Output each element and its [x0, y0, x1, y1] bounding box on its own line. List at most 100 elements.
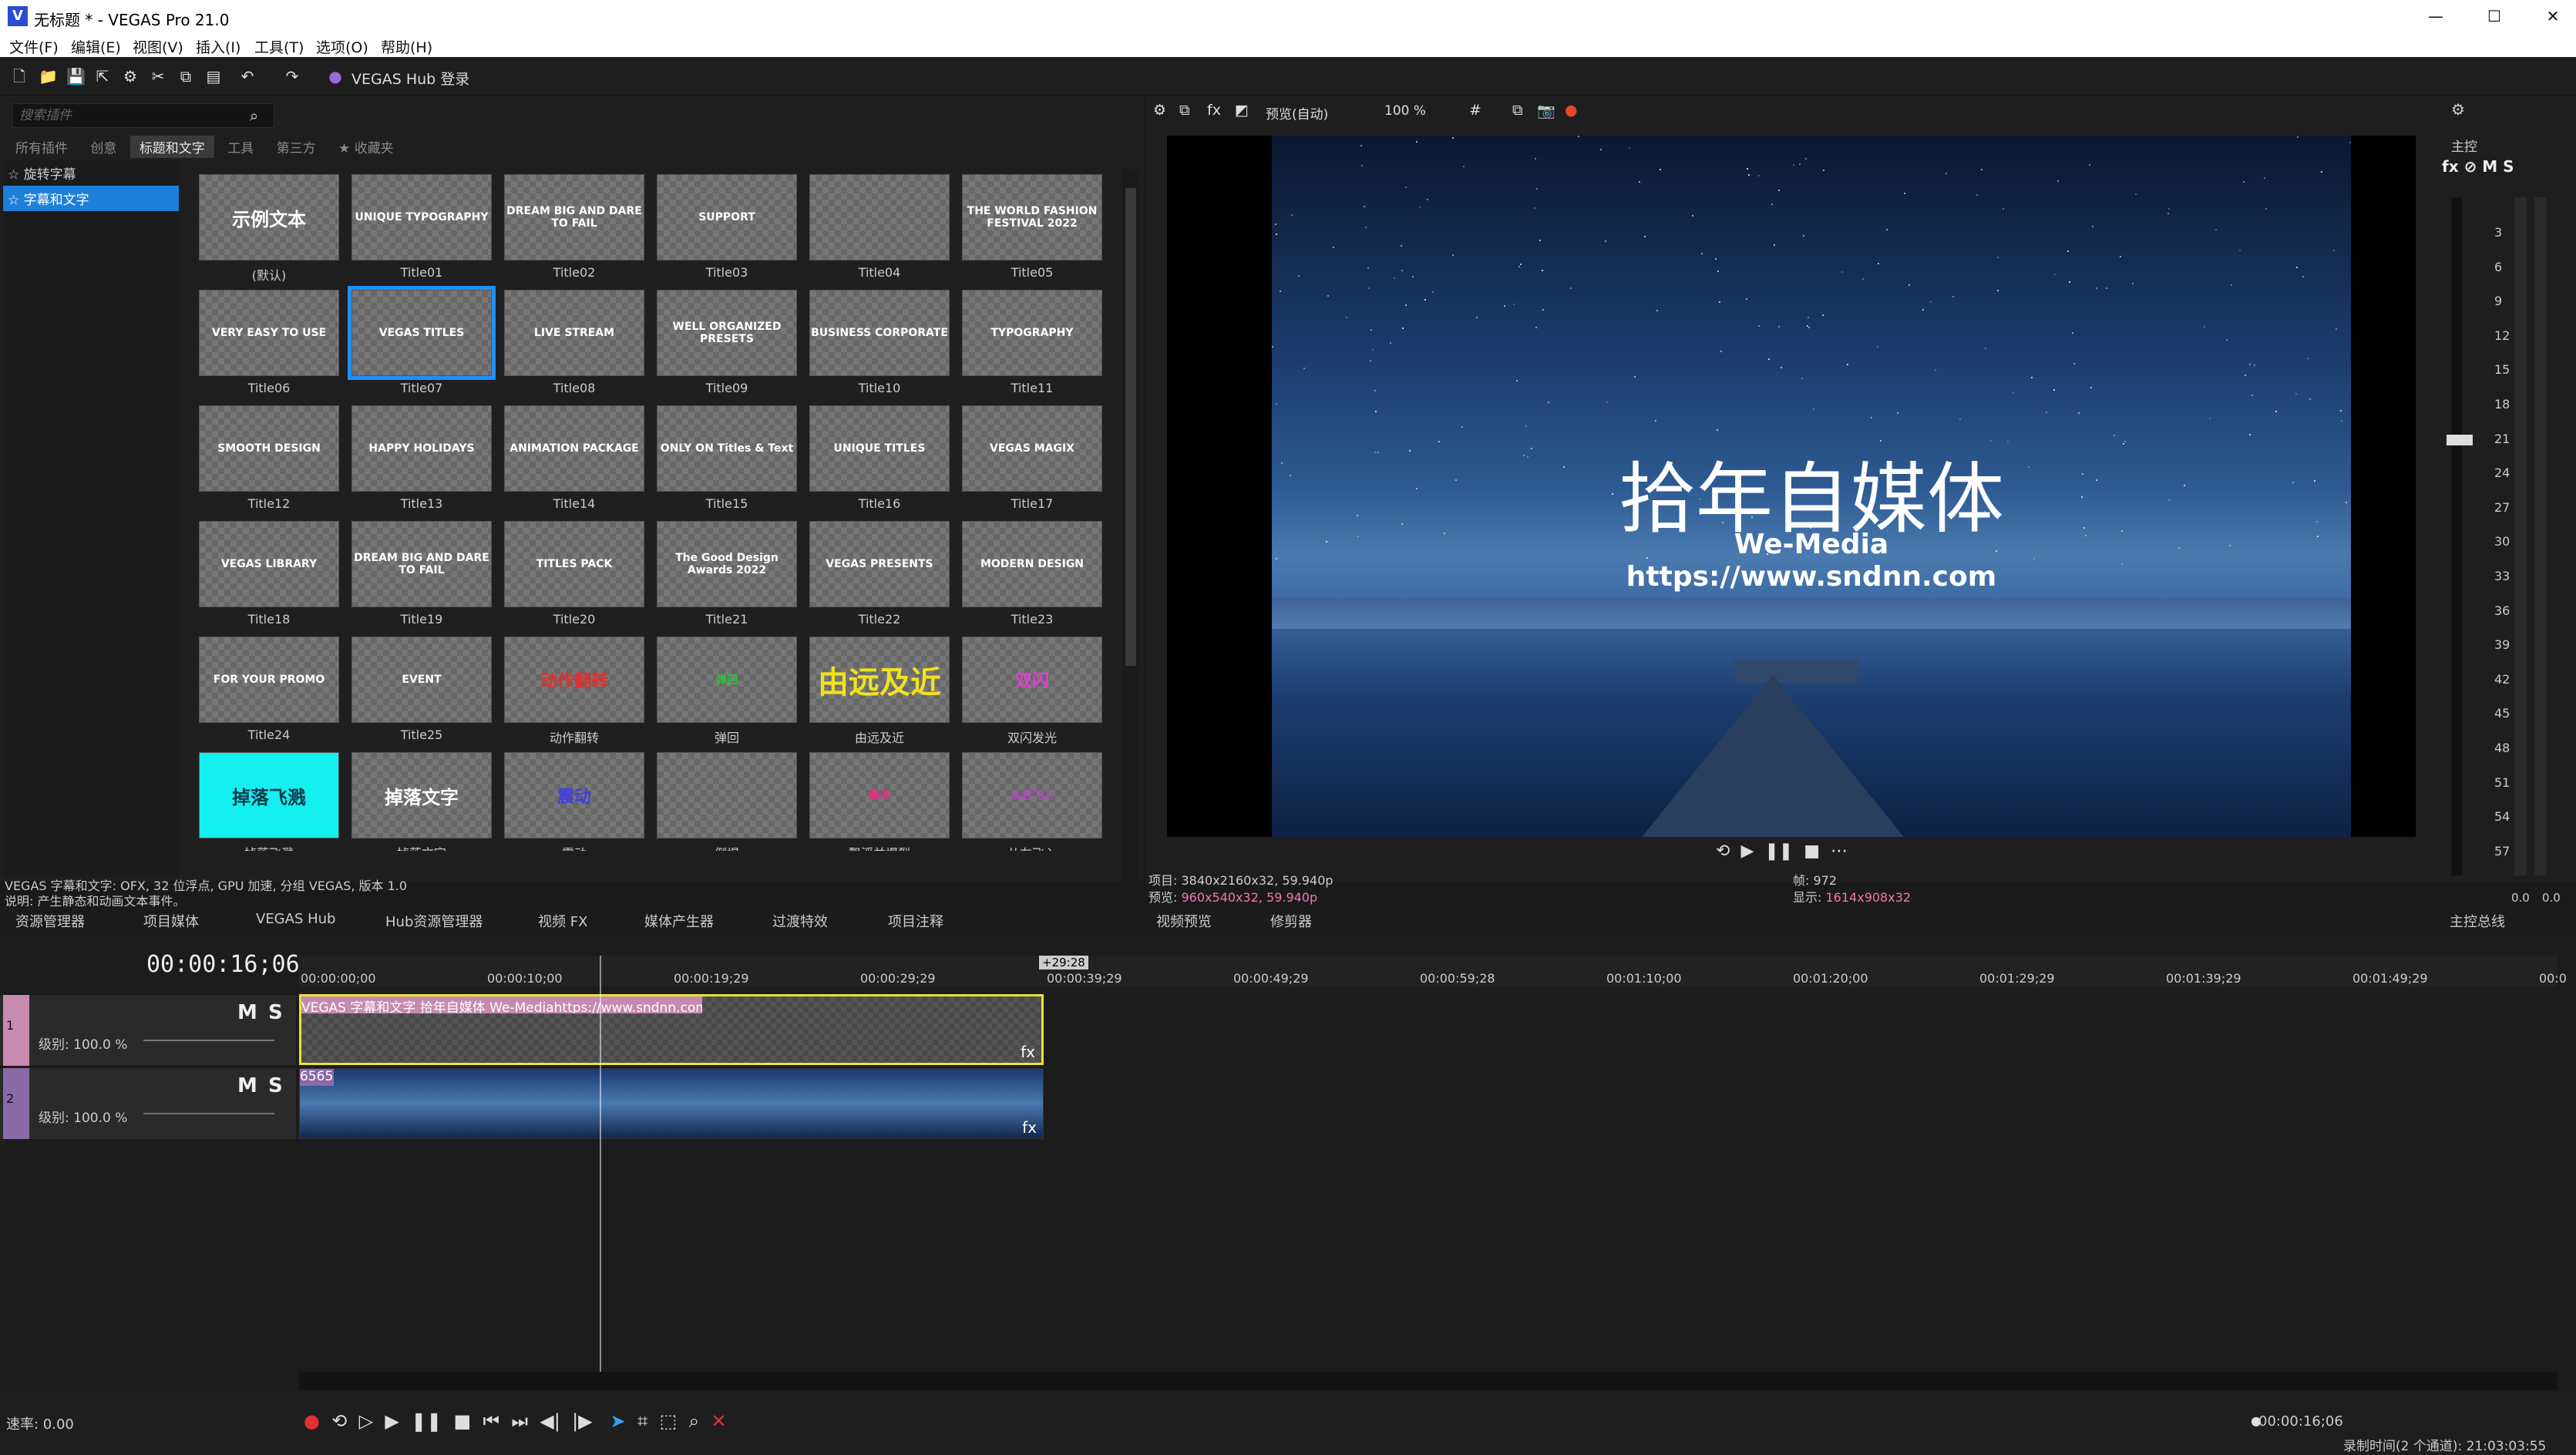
track-header-1[interactable]: 1 M S 级别: 100.0 %: [0, 994, 296, 1066]
split-screen-icon[interactable]: ◩: [1235, 102, 1249, 119]
preset-thumbnail[interactable]: VEGAS MAGIX: [962, 405, 1102, 492]
undo-icon[interactable]: ↶: [239, 68, 256, 85]
playhead-cursor[interactable]: [600, 956, 601, 1372]
menu-file[interactable]: 文件(F): [9, 36, 59, 57]
tab-trimmer[interactable]: 修剪器: [1270, 911, 1312, 931]
timeline-horizontal-scrollbar[interactable]: [299, 1372, 2558, 1390]
preset-thumbnail[interactable]: LIVE STREAM: [504, 290, 644, 376]
solo-button[interactable]: S: [268, 1001, 283, 1024]
tab-third-party[interactable]: 第三方: [267, 136, 325, 158]
search-icon[interactable]: ⌕: [250, 106, 258, 125]
tab-titles-text[interactable]: 标题和文字: [129, 136, 214, 158]
pause-icon[interactable]: ❚❚: [411, 1410, 442, 1432]
envelope-tool-icon[interactable]: ⌗: [637, 1410, 648, 1432]
preset-thumbnail[interactable]: THE WORLD FASHION FESTIVAL 2022: [962, 174, 1102, 260]
tab-video-fx[interactable]: 视频 FX: [538, 911, 587, 931]
menu-help[interactable]: 帮助(H): [381, 36, 432, 57]
preset-thumbnail[interactable]: SMOOTH DESIGN: [199, 405, 339, 492]
pause-icon[interactable]: ❚❚: [1764, 842, 1793, 861]
menu-view[interactable]: 视图(V): [133, 36, 183, 57]
preset-thumbnail[interactable]: 示例文本: [199, 174, 339, 260]
tab-tools[interactable]: 工具: [218, 136, 263, 158]
preview-settings-icon[interactable]: ⚙: [1153, 102, 1166, 119]
track-2-level-slider[interactable]: [143, 1113, 274, 1114]
play-icon[interactable]: ▶: [1740, 842, 1754, 861]
video-event-clip[interactable]: 6565 fx: [299, 1068, 1044, 1139]
master-fader[interactable]: [2447, 435, 2473, 445]
minimize-button[interactable]: —: [2413, 3, 2459, 29]
preset-thumbnail[interactable]: VEGAS TITLES: [348, 286, 496, 380]
preset-thumbnail[interactable]: SUPPORT: [657, 174, 797, 260]
preset-thumbnail[interactable]: BUSINESS CORPORATE: [809, 290, 950, 376]
next-frame-icon[interactable]: |▶: [572, 1410, 593, 1432]
preset-thumbnail[interactable]: EVENT: [351, 637, 492, 723]
clip-fx-icon[interactable]: fx: [1022, 1118, 1037, 1137]
loop-icon[interactable]: ⟲: [1716, 842, 1730, 861]
prev-frame-icon[interactable]: ◀|: [540, 1410, 560, 1432]
preset-thumbnail[interactable]: [657, 752, 797, 838]
stop-icon[interactable]: ■: [454, 1410, 472, 1432]
play-icon[interactable]: ▶: [385, 1410, 399, 1432]
preset-thumbnail[interactable]: VEGAS PRESENTS: [809, 521, 950, 607]
zoom-tool-icon[interactable]: ⌕: [689, 1410, 699, 1432]
preset-thumbnail[interactable]: 飘浮: [809, 752, 950, 838]
go-to-start-icon[interactable]: ⏮: [483, 1410, 500, 1432]
timeline-ruler[interactable]: +29:28 00:00:00;00 00:00:10;00 00:00:19;29…: [299, 956, 2567, 986]
preset-thumbnail[interactable]: 由远及近: [809, 637, 950, 723]
preset-thumbnail[interactable]: HAPPY HOLIDAYS: [351, 405, 492, 492]
tree-item-rolling-credits[interactable]: ☆ 旋转字幕: [3, 160, 179, 186]
master-settings-icon[interactable]: ⚙: [2451, 100, 2465, 119]
fx-icon[interactable]: fx: [1207, 102, 1221, 119]
preset-thumbnail[interactable]: UNIQUE TITLES: [809, 405, 950, 492]
play-from-start-icon[interactable]: ▷: [359, 1410, 373, 1432]
tab-media-generators[interactable]: 媒体产生器: [644, 911, 714, 931]
preset-thumbnail[interactable]: FOR YOUR PROMO: [199, 637, 339, 723]
preset-thumbnail[interactable]: UNIQUE TYPOGRAPHY: [351, 174, 492, 260]
paste-icon[interactable]: ▤: [205, 68, 222, 85]
properties-icon[interactable]: ⚙: [122, 68, 139, 85]
selection-tool-icon[interactable]: ⬚: [660, 1410, 678, 1432]
preset-thumbnail[interactable]: 动作翻转: [504, 637, 644, 723]
preset-thumbnail[interactable]: [809, 174, 950, 260]
preset-thumbnail[interactable]: 从右飞入: [962, 752, 1102, 838]
save-snapshot-icon[interactable]: 📷: [1537, 102, 1555, 119]
preset-thumbnail[interactable]: ONLY ON Titles & Text: [657, 405, 797, 492]
menu-options[interactable]: 选项(O): [316, 36, 368, 57]
tab-explorer[interactable]: 资源管理器: [15, 911, 85, 931]
external-monitor-icon[interactable]: ⧉: [1179, 102, 1190, 119]
close-button[interactable]: ✕: [2530, 3, 2576, 29]
tab-video-preview[interactable]: 视频预览: [1156, 911, 1212, 931]
normal-edit-tool-icon[interactable]: ➤: [610, 1410, 626, 1432]
master-fx-icon[interactable]: fx ⊘ M S: [2442, 157, 2514, 176]
copy-snapshot-icon[interactable]: ⧉: [1512, 102, 1523, 119]
clip-fx-icon[interactable]: fx: [1021, 1043, 1035, 1061]
loop-icon[interactable]: ⟲: [331, 1410, 347, 1432]
preset-thumbnail[interactable]: DREAM BIG AND DARE TO FAIL: [351, 521, 492, 607]
tab-vegas-hub[interactable]: VEGAS Hub: [256, 911, 335, 927]
preset-thumbnail[interactable]: ANIMATION PACKAGE: [504, 405, 644, 492]
open-icon[interactable]: 📁: [39, 68, 58, 85]
stop-icon[interactable]: ■: [1804, 842, 1820, 861]
overlays-icon[interactable]: #: [1469, 102, 1481, 119]
tab-creative[interactable]: 创意: [81, 136, 126, 158]
track-1-level-slider[interactable]: [143, 1040, 274, 1041]
preset-thumbnail[interactable]: VEGAS LIBRARY: [199, 521, 339, 607]
preset-thumbnail[interactable]: 弹回: [657, 637, 797, 723]
hub-login-link[interactable]: VEGAS Hub 登录: [351, 68, 469, 89]
tab-project-media[interactable]: 项目媒体: [143, 911, 199, 931]
tab-hub-explorer[interactable]: Hub资源管理器: [385, 911, 483, 931]
cut-icon[interactable]: ✂: [150, 68, 166, 85]
preset-thumbnail[interactable]: 震动: [504, 752, 644, 838]
redo-icon[interactable]: ↷: [284, 68, 301, 85]
go-to-end-icon[interactable]: ⏭: [511, 1410, 528, 1432]
preset-thumbnail[interactable]: MODERN DESIGN: [962, 521, 1102, 607]
tree-item-titles-text[interactable]: ☆ 字幕和文字: [3, 186, 179, 211]
more-icon[interactable]: ⋯: [1831, 842, 1848, 861]
tab-favorites[interactable]: ★ 收藏夹: [329, 136, 403, 158]
preset-thumbnail[interactable]: VERY EASY TO USE: [199, 290, 339, 376]
menu-insert[interactable]: 插入(I): [196, 36, 240, 57]
tab-project-notes[interactable]: 项目注释: [888, 911, 943, 931]
mute-button[interactable]: M: [237, 1001, 257, 1024]
preset-thumbnail[interactable]: The Good Design Awards 2022: [657, 521, 797, 607]
zoom-dropdown[interactable]: 100 %: [1384, 103, 1426, 119]
